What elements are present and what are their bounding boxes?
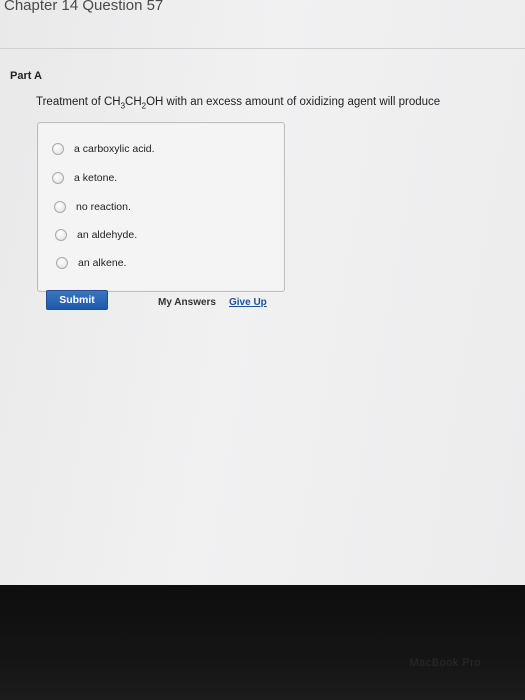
option-label: a ketone. [74,172,118,184]
question-mid: CH [125,96,142,108]
question-prefix: Treatment of CH [36,96,121,108]
option-aldehyde[interactable]: an aldehyde. [55,229,137,241]
give-up-link[interactable]: Give Up [229,297,267,308]
option-no-reaction[interactable]: no reaction. [54,201,131,213]
radio-button[interactable] [54,201,66,213]
chapter-title: Chapter 14 Question 57 [4,0,164,14]
radio-button[interactable] [52,172,64,184]
submit-button[interactable]: Submit [46,290,108,310]
my-answers-link[interactable]: My Answers [158,297,216,308]
radio-button[interactable] [52,143,64,155]
laptop-bezel: MacBook Pro [0,585,525,700]
bezel-brand-label: MacBook Pro [409,657,481,669]
radio-button[interactable] [55,229,67,241]
option-ketone[interactable]: a ketone. [52,172,117,184]
option-label: no reaction. [76,201,131,213]
screen: Chapter 14 Question 57 Part A Treatment … [0,0,525,585]
option-carboxylic-acid[interactable]: a carboxylic acid. [52,143,155,155]
question-suffix: OH with an excess amount of oxidizing ag… [146,96,441,108]
radio-button[interactable] [56,257,68,269]
option-label: an aldehyde. [77,229,138,241]
option-label: a carboxylic acid. [74,143,155,155]
option-alkene[interactable]: an alkene. [56,257,126,269]
title-divider [0,48,525,49]
part-label: Part A [10,70,42,82]
question-text: Treatment of CH3CH2OH with an excess amo… [36,96,440,110]
option-label: an alkene. [78,257,127,269]
